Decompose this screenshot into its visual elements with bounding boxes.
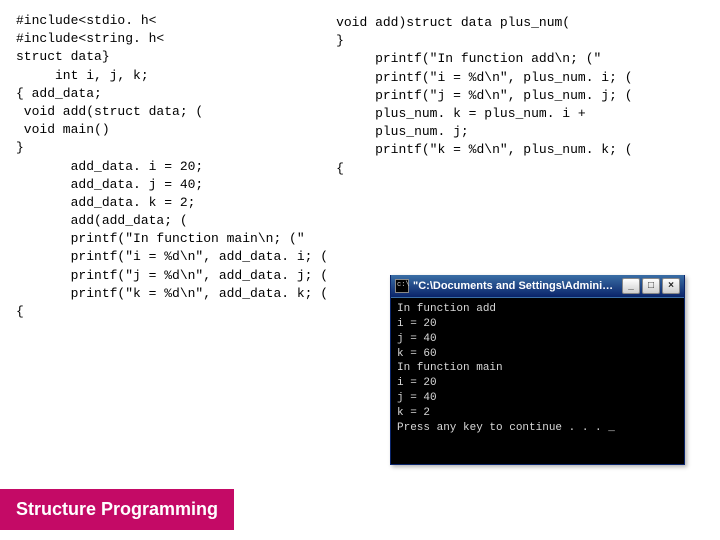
console-titlebar[interactable]: "C:\Documents and Settings\Administra...… (391, 275, 684, 297)
console-output: In function add i = 20 j = 40 k = 60 In … (391, 297, 684, 464)
cmd-icon (395, 279, 409, 293)
shadow-decoration (460, 455, 580, 461)
minimize-button[interactable]: _ (622, 278, 640, 294)
code-left-column: #include<stdio. h< #include<string. h< s… (16, 12, 328, 321)
console-window: "C:\Documents and Settings\Administra...… (390, 275, 685, 465)
window-buttons: _ □ × (622, 278, 680, 294)
maximize-button[interactable]: □ (642, 278, 660, 294)
close-button[interactable]: × (662, 278, 680, 294)
footer-banner: Structure Programming (0, 489, 234, 530)
console-title: "C:\Documents and Settings\Administra... (413, 280, 618, 292)
footer-label: Structure Programming (16, 499, 218, 519)
